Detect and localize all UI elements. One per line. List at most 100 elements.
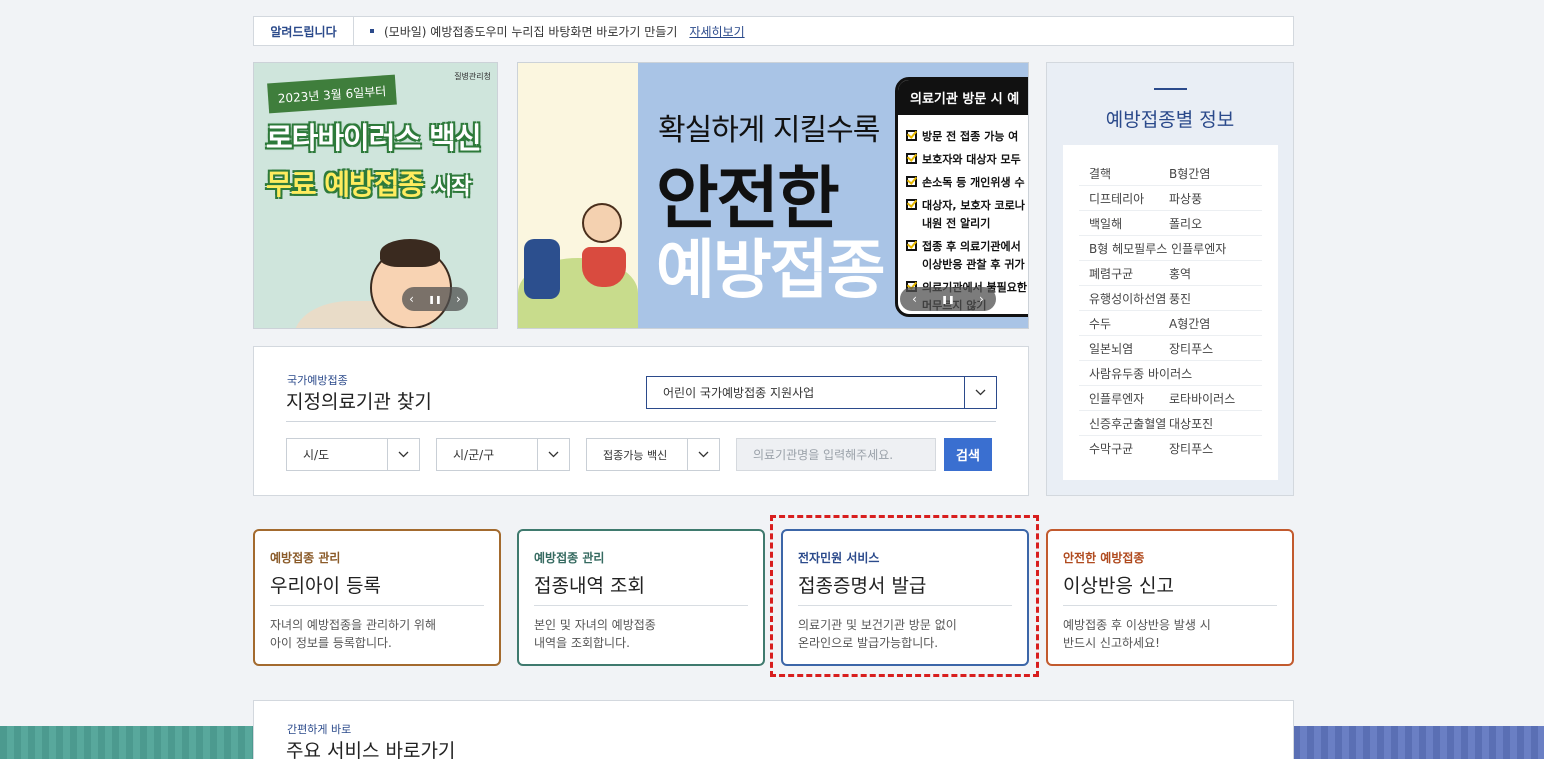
- vaccine-link[interactable]: 신증후군출혈열: [1079, 415, 1169, 432]
- list-item: 수두 A형간염: [1079, 311, 1262, 336]
- vaccine-link[interactable]: 결핵: [1079, 165, 1169, 182]
- banner-controls: ‹ ❚❚ ›: [900, 287, 996, 311]
- card-description: 본인 및 자녀의 예방접종 내역을 조회합니다.: [534, 618, 656, 650]
- search-button[interactable]: 검색: [944, 438, 992, 471]
- divider: [286, 421, 996, 422]
- vaccine-select-value: 접종가능 백신: [603, 448, 668, 462]
- bullet-icon: [370, 29, 374, 33]
- checkbox-icon: [906, 240, 917, 251]
- vaccine-link[interactable]: B형간염: [1169, 165, 1262, 182]
- checkbox-icon: [906, 199, 917, 210]
- sido-select[interactable]: 시/도: [286, 438, 420, 471]
- vaccine-link[interactable]: 로타바이러스: [1169, 390, 1262, 407]
- chevron-right-icon[interactable]: ›: [452, 292, 465, 306]
- list-item: 유행성이하선염 풍진: [1079, 286, 1262, 311]
- card-description: 의료기관 및 보건기관 방문 없이 온라인으로 발급가능합니다.: [798, 618, 957, 650]
- vaccine-link[interactable]: 폐렴구균: [1079, 265, 1169, 282]
- divider: [270, 605, 484, 606]
- vaccine-link[interactable]: 일본뇌염: [1079, 340, 1169, 357]
- vaccine-link[interactable]: 수막구균: [1079, 440, 1169, 457]
- search-subtitle: 국가예방접종: [287, 374, 348, 387]
- checklist-item: 접종 후 의료기관에서 이상반응 관찰 후 귀가: [906, 238, 1028, 272]
- card-title: 이상반응 신고: [1063, 575, 1174, 597]
- shortcuts-subtitle: 간편하게 바로: [287, 723, 352, 736]
- list-item: 백일해 폴리오: [1079, 211, 1262, 236]
- checklist-item: 대상자, 보호자 코로나 내원 전 알리기: [906, 197, 1028, 231]
- register-child-card[interactable]: 예방접종 관리 우리아이 등록 자녀의 예방접종을 관리하기 위해 아이 정보를 …: [253, 529, 501, 666]
- chevron-down-icon: [387, 439, 419, 470]
- banner-date-flag: 2023년 3월 6일부터: [267, 74, 397, 114]
- vaccine-info-title: 예방접종별 정보: [1105, 109, 1235, 131]
- checklist-title: 의료기관 방문 시 예: [898, 80, 1028, 115]
- clinic-search-panel: 국가예방접종 지정의료기관 찾기 어린이 국가예방접종 지원사업 시/도 시/군…: [253, 346, 1029, 496]
- vaccine-list: 결핵 B형간염 디프테리아 파상풍 백일해 폴리오 B형 헤모필루스 인플루엔자 폐렴…: [1063, 145, 1278, 480]
- list-item: 결핵 B형간염: [1079, 161, 1262, 186]
- card-category: 안전한 예방접종: [1063, 551, 1145, 565]
- card-category: 예방접종 관리: [534, 551, 605, 565]
- pause-icon[interactable]: ❚❚: [424, 295, 445, 304]
- search-title: 지정의료기관 찾기: [286, 391, 432, 413]
- safe-vaccination-banner[interactable]: 확실하게 지킬수록 안전한 예방접종 의료기관 방문 시 예 방문 전 접종 가…: [517, 62, 1029, 329]
- vaccine-link[interactable]: 대상포진: [1169, 415, 1262, 432]
- vaccination-history-card[interactable]: 예방접종 관리 접종내역 조회 본인 및 자녀의 예방접종 내역을 조회합니다.: [517, 529, 765, 666]
- clinic-name-input[interactable]: [736, 438, 936, 471]
- kids-illustration: [518, 63, 638, 328]
- checklist-panel: 의료기관 방문 시 예 방문 전 접종 가능 여 보호자와 대상자 모두 손소독…: [895, 77, 1028, 317]
- chevron-left-icon[interactable]: ‹: [405, 292, 418, 306]
- vaccine-link[interactable]: 장티푸스: [1169, 340, 1262, 357]
- sido-select-value: 시/도: [303, 448, 330, 462]
- card-title: 우리아이 등록: [270, 575, 381, 597]
- chevron-down-icon: [537, 439, 569, 470]
- baby-illustration-hair: [380, 239, 440, 267]
- notice-content: (모바일) 예방접종도우미 누리집 바탕화면 바로가기 만들기 자세히보기: [354, 23, 745, 40]
- vaccination-certificate-card[interactable]: 전자민원 서비스 접종증명서 발급 의료기관 및 보건기관 방문 없이 온라인으로…: [781, 529, 1029, 666]
- vaccine-link[interactable]: 유행성이하선염: [1079, 290, 1169, 307]
- notice-label: 알려드립니다: [254, 17, 354, 45]
- rotavirus-banner[interactable]: 2023년 3월 6일부터 질병관리청 로타바이러스 백신 무료 예방접종 시작…: [253, 62, 498, 329]
- banner-headline: 로타바이러스 백신: [266, 121, 482, 155]
- vaccine-link[interactable]: A형간염: [1169, 315, 1262, 332]
- list-item: 폐렴구균 홍역: [1079, 261, 1262, 286]
- vaccine-link[interactable]: 사람유두종 바이러스: [1079, 365, 1192, 382]
- divider: [1063, 605, 1277, 606]
- vaccine-link[interactable]: 홍역: [1169, 265, 1262, 282]
- pause-icon[interactable]: ❚❚: [937, 295, 958, 304]
- vaccine-link[interactable]: 폴리오: [1169, 215, 1262, 232]
- vaccine-select[interactable]: 접종가능 백신: [586, 438, 720, 471]
- vaccine-link[interactable]: 파상풍: [1169, 190, 1262, 207]
- vaccine-link[interactable]: 수두: [1079, 315, 1169, 332]
- banner-subheadline-tail: 시작: [432, 175, 471, 200]
- list-item: 수막구균 장티푸스: [1079, 436, 1262, 461]
- checklist-item: 보호자와 대상자 모두: [906, 151, 1028, 167]
- checklist-item: 손소독 등 개인위생 수: [906, 174, 1028, 190]
- kid-illustration-1: [524, 239, 560, 299]
- list-item: 일본뇌염 장티푸스: [1079, 336, 1262, 361]
- checkbox-icon: [906, 153, 917, 164]
- vaccine-link[interactable]: 디프테리아: [1079, 190, 1169, 207]
- list-item: 디프테리아 파상풍: [1079, 186, 1262, 211]
- vaccine-link[interactable]: 인플루엔자: [1079, 390, 1169, 407]
- vaccine-link[interactable]: B형 헤모필루스 인플루엔자: [1079, 240, 1226, 257]
- checkbox-icon: [906, 176, 917, 187]
- vaccine-link[interactable]: 장티푸스: [1169, 440, 1262, 457]
- banner-safe-line3: 예방접종: [656, 234, 886, 308]
- chevron-right-icon[interactable]: ›: [975, 292, 988, 306]
- card-title: 접종내역 조회: [534, 575, 645, 597]
- vaccine-link[interactable]: 풍진: [1169, 290, 1262, 307]
- chevron-left-icon[interactable]: ‹: [908, 292, 921, 306]
- program-select-value: 어린이 국가예방접종 지원사업: [663, 386, 815, 400]
- shortcuts-title: 주요 서비스 바로가기: [286, 740, 456, 759]
- list-item: 사람유두종 바이러스: [1079, 361, 1262, 386]
- vaccine-link[interactable]: 백일해: [1079, 215, 1169, 232]
- adverse-reaction-report-card[interactable]: 안전한 예방접종 이상반응 신고 예방접종 후 이상반응 발생 시 반드시 신고하…: [1046, 529, 1294, 666]
- title-accent-bar: [1154, 88, 1187, 90]
- sigungu-select[interactable]: 시/군/구: [436, 438, 570, 471]
- notice-more-link[interactable]: 자세히보기: [689, 23, 744, 40]
- ministry-logo: 질병관리청: [454, 72, 491, 81]
- checklist-item: 방문 전 접종 가능 여: [906, 128, 1028, 144]
- program-select[interactable]: 어린이 국가예방접종 지원사업: [646, 376, 997, 409]
- list-item: 신증후군출혈열 대상포진: [1079, 411, 1262, 436]
- notice-text[interactable]: (모바일) 예방접종도우미 누리집 바탕화면 바로가기 만들기: [384, 23, 677, 40]
- chevron-down-icon: [687, 439, 719, 470]
- notice-bar: 알려드립니다 (모바일) 예방접종도우미 누리집 바탕화면 바로가기 만들기 자…: [253, 16, 1294, 46]
